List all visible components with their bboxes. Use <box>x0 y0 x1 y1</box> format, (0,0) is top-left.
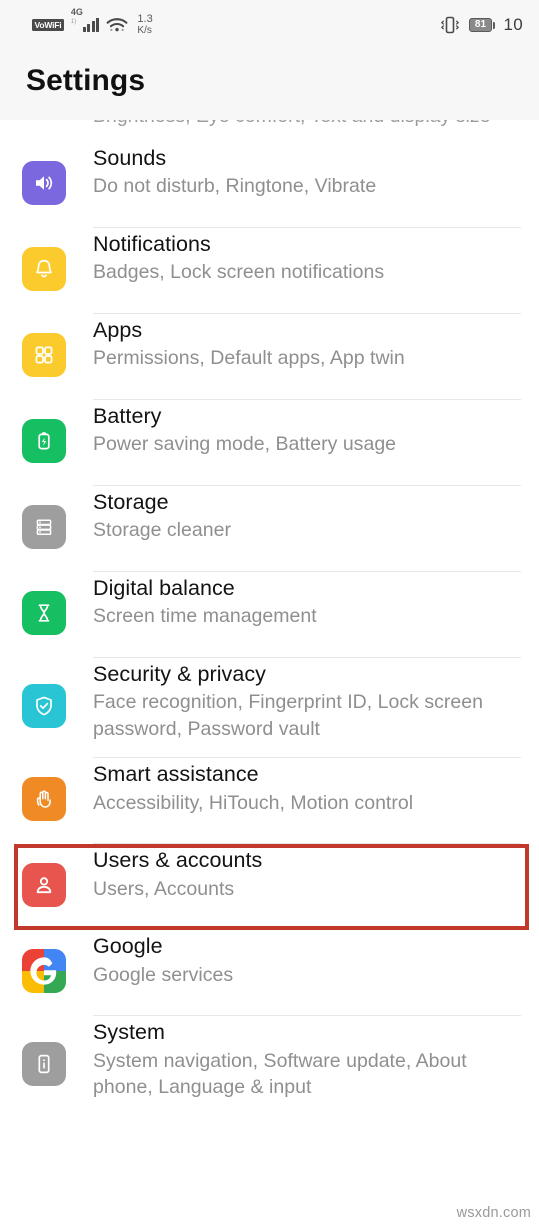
settings-row-storage[interactable]: Storage Storage cleaner <box>0 486 539 572</box>
wifi-icon <box>106 16 128 33</box>
settings-row-subtitle: Google services <box>93 963 234 986</box>
settings-row-system[interactable]: System System navigation, Software updat… <box>0 1016 539 1115</box>
settings-row-body: Sounds Do not disturb, Ringtone, Vibrate <box>93 142 521 228</box>
settings-screen: VoWiFi 4G 1) 1.3 K/s 81 10 Settings Soun… <box>0 0 539 1227</box>
settings-row-body: Storage Storage cleaner <box>93 486 521 572</box>
data-speed-indicator: 1.3 K/s <box>137 12 153 36</box>
phone-info-icon <box>22 1041 66 1086</box>
settings-row-notifications[interactable]: Notifications Badges, Lock screen notifi… <box>0 228 539 314</box>
data-speed-unit: K/s <box>137 24 152 36</box>
settings-row-title: Storage <box>93 490 169 514</box>
settings-row-title: Google <box>93 934 163 959</box>
settings-row-title: Users & accounts <box>93 848 263 873</box>
settings-row-subtitle: Screen time management <box>93 605 317 628</box>
settings-row-body: Users & accounts Users, Accounts <box>93 844 521 931</box>
settings-row-smart-assistance[interactable]: Smart assistance Accessibility, HiTouch,… <box>0 758 539 845</box>
signal-bars <box>82 17 100 32</box>
settings-row-body: Notifications Badges, Lock screen notifi… <box>93 228 521 314</box>
settings-row-title: Sounds <box>93 146 167 170</box>
settings-list: Brightness, Eye comfort, Text and displa… <box>0 120 539 1116</box>
network-type-label: 4G <box>70 6 83 17</box>
settings-row-subtitle: Users, Accounts <box>93 877 235 900</box>
settings-row-subtitle: Badges, Lock screen notifications <box>93 261 385 284</box>
status-bar-right: 81 10 <box>439 15 523 35</box>
signal-bar-3 <box>91 20 95 32</box>
status-bar-left: VoWiFi 4G 1) 1.3 K/s <box>32 7 153 36</box>
settings-row-title: Security & privacy <box>93 662 266 686</box>
settings-row-body: Smart assistance Accessibility, HiTouch,… <box>93 758 521 845</box>
settings-row-subtitle: Power saving mode, Battery usage <box>93 433 397 456</box>
status-bar: VoWiFi 4G 1) 1.3 K/s 81 10 <box>0 0 539 50</box>
settings-row-subtitle: Permissions, Default apps, App twin <box>93 347 405 370</box>
settings-row-body: Security & privacy Face recognition, Fin… <box>93 658 521 759</box>
settings-row-body: Apps Permissions, Default apps, App twin <box>93 314 521 400</box>
settings-row-sounds[interactable]: Sounds Do not disturb, Ringtone, Vibrate <box>0 142 539 228</box>
settings-row-body: Google Google services <box>93 930 521 1017</box>
header: Settings <box>0 50 539 120</box>
settings-row-body: Digital balance Screen time management <box>93 572 521 658</box>
speaker-icon <box>22 161 66 205</box>
data-speed-value: 1.3 <box>137 12 153 25</box>
cellular-signal-icon: 4G 1) <box>70 7 100 32</box>
settings-row-users-accounts[interactable]: Users & accounts Users, Accounts <box>0 844 539 931</box>
settings-row-subtitle: Storage cleaner <box>93 519 231 542</box>
settings-row-title: System <box>93 1020 165 1045</box>
settings-row-battery[interactable]: Battery Power saving mode, Battery usage <box>0 400 539 486</box>
clock-label: 10 <box>503 15 523 34</box>
watermark: wsxdn.com <box>456 1205 531 1221</box>
settings-row-title: Battery <box>93 404 162 428</box>
settings-row-security-privacy[interactable]: Security & privacy Face recognition, Fin… <box>0 658 539 759</box>
settings-row-subtitle: Accessibility, HiTouch, Motion control <box>93 791 414 814</box>
shield-check-icon <box>22 684 66 729</box>
google-g-icon <box>22 949 66 994</box>
person-icon <box>22 863 66 908</box>
settings-row-google[interactable]: Google Google services <box>0 930 539 1017</box>
vibrate-icon <box>439 15 461 35</box>
storage-stack-icon <box>22 505 66 549</box>
battery-level-label: 81 <box>468 18 492 32</box>
clipped-row-subtitle: Brightness, Eye comfort, Text and displa… <box>93 120 490 128</box>
settings-row-title: Notifications <box>93 232 211 256</box>
settings-row-body: Battery Power saving mode, Battery usage <box>93 400 521 486</box>
page-title: Settings <box>26 64 146 97</box>
hourglass-icon <box>22 591 66 635</box>
signal-bar-1 <box>82 26 86 32</box>
battery-icon: 81 <box>468 18 496 32</box>
settings-row-title: Digital balance <box>93 576 235 600</box>
settings-row-title: Apps <box>93 318 143 342</box>
network-sub-label: 1) <box>70 18 77 25</box>
signal-bar-2 <box>87 23 91 32</box>
settings-row-apps[interactable]: Apps Permissions, Default apps, App twin <box>0 314 539 400</box>
battery-bolt-icon <box>22 419 66 463</box>
settings-row-subtitle: Face recognition, Fingerprint ID, Lock s… <box>93 691 483 741</box>
signal-bar-4 <box>96 17 100 32</box>
battery-cap <box>492 21 496 29</box>
bell-icon <box>22 247 66 291</box>
hand-icon <box>22 777 66 822</box>
grid-icon <box>22 333 66 377</box>
vowifi-icon: VoWiFi <box>32 19 64 31</box>
settings-row-title: Smart assistance <box>93 762 259 787</box>
settings-row-subtitle: System navigation, Software update, Abou… <box>93 1049 467 1099</box>
settings-row-body: System System navigation, Software updat… <box>93 1016 521 1115</box>
settings-row-digital-balance[interactable]: Digital balance Screen time management <box>0 572 539 658</box>
clipped-previous-row[interactable]: Brightness, Eye comfort, Text and displa… <box>0 120 539 142</box>
settings-row-subtitle: Do not disturb, Ringtone, Vibrate <box>93 175 377 198</box>
